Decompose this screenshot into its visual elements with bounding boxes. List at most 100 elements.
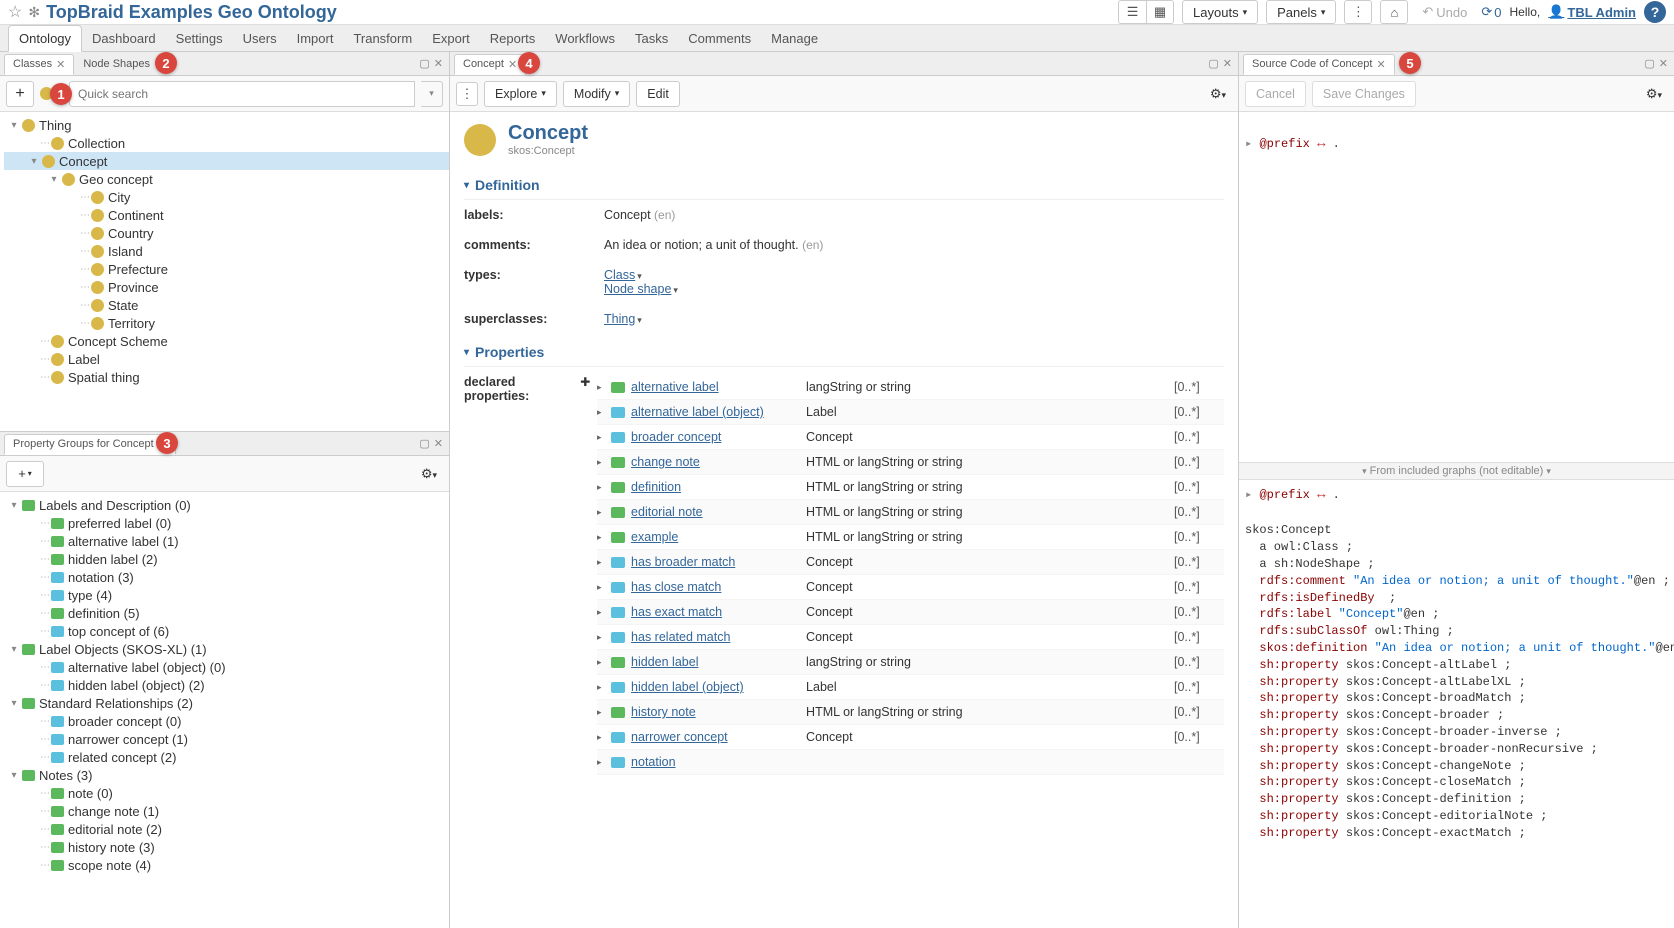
tree-node[interactable]: ▾Thing <box>4 116 449 134</box>
edit-button[interactable]: Edit <box>636 81 680 107</box>
close-panel-icon[interactable]: ✕ <box>434 57 443 70</box>
property-link[interactable]: has broader match <box>631 555 735 569</box>
menu-manage[interactable]: Manage <box>761 25 828 51</box>
expand-icon[interactable]: ▸ <box>597 707 611 718</box>
code-editable[interactable]: ▸ @prefix ↔ . <box>1239 112 1674 462</box>
tree-node[interactable]: ⋯editorial note (2) <box>4 820 449 838</box>
expand-icon[interactable]: ▸ <box>597 407 611 418</box>
expand-icon[interactable]: ▸ <box>597 532 611 543</box>
close-icon[interactable]: ✕ <box>56 58 65 71</box>
expand-icon[interactable]: ▸ <box>597 682 611 693</box>
close-icon[interactable]: ✕ <box>508 58 517 71</box>
property-row[interactable]: ▸alternative label (object)Label[0..*] <box>597 400 1224 425</box>
expand-icon[interactable]: ▸ <box>597 482 611 493</box>
expand-icon[interactable]: ▸ <box>597 732 611 743</box>
tree-node[interactable]: ⋯Label <box>4 350 449 368</box>
menu-settings[interactable]: Settings <box>166 25 233 51</box>
tree-node[interactable]: ⋯change note (1) <box>4 802 449 820</box>
section-definition[interactable]: ▾Definition <box>464 167 1224 200</box>
maximize-icon[interactable]: ▢ <box>419 57 429 70</box>
tab-property-groups[interactable]: Property Groups for Concept✕ <box>4 434 176 455</box>
layouts-dropdown[interactable]: Layouts▾ <box>1182 0 1258 24</box>
close-panel-icon[interactable]: ✕ <box>1223 57 1232 70</box>
property-link[interactable]: example <box>631 530 678 544</box>
expand-icon[interactable]: ▸ <box>597 607 611 618</box>
type-nodeshape-link[interactable]: Node shape <box>604 282 671 296</box>
save-changes-button[interactable]: Save Changes <box>1312 81 1416 107</box>
expand-icon[interactable]: ▸ <box>597 557 611 568</box>
property-row[interactable]: ▸change noteHTML or langString or string… <box>597 450 1224 475</box>
tree-toggle-icon[interactable]: ▾ <box>8 698 20 709</box>
tree-node[interactable]: ▾Notes (3) <box>4 766 449 784</box>
property-row[interactable]: ▸alternative labellangString or string[0… <box>597 375 1224 400</box>
menu-ontology[interactable]: Ontology <box>8 25 82 52</box>
type-class-link[interactable]: Class <box>604 268 635 282</box>
list-view-icon[interactable]: ☰ <box>1118 0 1146 24</box>
tab-source-code[interactable]: Source Code of Concept✕ <box>1243 54 1395 75</box>
tree-node[interactable]: ⋯Prefecture <box>4 260 449 278</box>
property-row[interactable]: ▸has broader matchConcept[0..*] <box>597 550 1224 575</box>
tree-node[interactable]: ⋯City <box>4 188 449 206</box>
property-link[interactable]: hidden label (object) <box>631 680 744 694</box>
add-dropdown-button[interactable]: +▾ <box>6 461 44 487</box>
property-row[interactable]: ▸narrower conceptConcept[0..*] <box>597 725 1224 750</box>
property-link[interactable]: notation <box>631 755 675 769</box>
property-link[interactable]: change note <box>631 455 700 469</box>
tree-node[interactable]: ▾Label Objects (SKOS-XL) (1) <box>4 640 449 658</box>
menu-tasks[interactable]: Tasks <box>625 25 678 51</box>
property-row[interactable]: ▸exampleHTML or langString or string[0..… <box>597 525 1224 550</box>
expand-icon[interactable]: ▸ <box>597 657 611 668</box>
property-row[interactable]: ▸definitionHTML or langString or string[… <box>597 475 1224 500</box>
tree-node[interactable]: ⋯Province <box>4 278 449 296</box>
close-panel-icon[interactable]: ✕ <box>434 437 443 450</box>
expand-icon[interactable]: ▸ <box>597 507 611 518</box>
property-row[interactable]: ▸editorial noteHTML or langString or str… <box>597 500 1224 525</box>
super-thing-link[interactable]: Thing <box>604 312 635 326</box>
tree-node[interactable]: ⋯Country <box>4 224 449 242</box>
menu-transform[interactable]: Transform <box>343 25 422 51</box>
maximize-icon[interactable]: ▢ <box>419 437 429 450</box>
property-link[interactable]: has close match <box>631 580 721 594</box>
explore-button[interactable]: Explore▾ <box>484 81 557 107</box>
tree-toggle-icon[interactable]: ▾ <box>8 500 20 511</box>
menu-workflows[interactable]: Workflows <box>545 25 625 51</box>
tree-node[interactable]: ⋯related concept (2) <box>4 748 449 766</box>
search-input[interactable] <box>69 81 415 107</box>
gear-icon[interactable]: ⚙▾ <box>1204 86 1232 102</box>
expand-icon[interactable]: ▸ <box>597 457 611 468</box>
chevron-down-icon[interactable]: ▾ <box>637 271 642 281</box>
expand-icon[interactable]: ▸ <box>597 382 611 393</box>
tab-concept[interactable]: Concept✕ <box>454 54 526 75</box>
property-link[interactable]: alternative label <box>631 380 719 394</box>
tree-node[interactable]: ▾Standard Relationships (2) <box>4 694 449 712</box>
help-icon[interactable]: ? <box>1644 1 1666 23</box>
expand-icon[interactable]: ▸ <box>597 582 611 593</box>
add-button[interactable]: + <box>6 81 34 107</box>
tree-node[interactable]: ▾Labels and Description (0) <box>4 496 449 514</box>
tree-toggle-icon[interactable]: ▾ <box>8 644 20 655</box>
tree-node[interactable]: ⋯definition (5) <box>4 604 449 622</box>
modify-button[interactable]: Modify▾ <box>563 81 630 107</box>
tree-node[interactable]: ⋯history note (3) <box>4 838 449 856</box>
tree-node[interactable]: ⋯hidden label (2) <box>4 550 449 568</box>
tree-toggle-icon[interactable]: ▾ <box>48 174 60 185</box>
tree-node[interactable]: ⋯preferred label (0) <box>4 514 449 532</box>
property-row[interactable]: ▸history noteHTML or langString or strin… <box>597 700 1224 725</box>
search-dropdown-icon[interactable]: ▾ <box>421 81 443 107</box>
user-link[interactable]: 👤TBL Admin <box>1548 4 1636 20</box>
menu-reports[interactable]: Reports <box>480 25 546 51</box>
tree-node[interactable]: ⋯State <box>4 296 449 314</box>
panels-dropdown[interactable]: Panels▾ <box>1266 0 1336 24</box>
property-link[interactable]: hidden label <box>631 655 698 669</box>
code-divider[interactable]: ▾ From included graphs (not editable) ▾ <box>1239 462 1674 480</box>
property-row[interactable]: ▸hidden label (object)Label[0..*] <box>597 675 1224 700</box>
tree-node[interactable]: ⋯Collection <box>4 134 449 152</box>
tree-node[interactable]: ⋯scope note (4) <box>4 856 449 874</box>
menu-dashboard[interactable]: Dashboard <box>82 25 166 51</box>
chevron-down-icon[interactable]: ▾ <box>673 285 678 295</box>
property-row[interactable]: ▸has close matchConcept[0..*] <box>597 575 1224 600</box>
refresh-button[interactable]: ⟳0 <box>1481 4 1501 20</box>
property-row[interactable]: ▸broader conceptConcept[0..*] <box>597 425 1224 450</box>
tree-node[interactable]: ⋯narrower concept (1) <box>4 730 449 748</box>
close-panel-icon[interactable]: ✕ <box>1659 57 1668 70</box>
